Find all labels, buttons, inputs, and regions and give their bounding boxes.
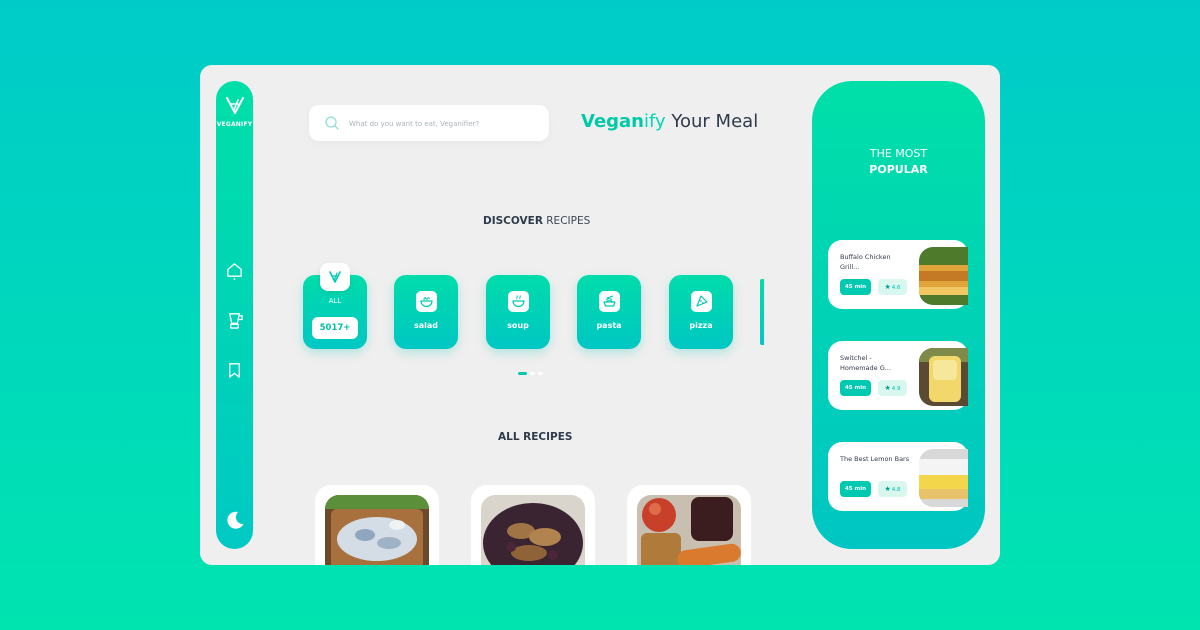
star-icon: ★	[884, 485, 891, 493]
rating-value: 4.9	[891, 386, 901, 392]
recipe-photo-casserole	[325, 495, 429, 565]
star-icon: ★	[884, 283, 891, 291]
category-all-card[interactable]: ALL 5017+	[303, 263, 367, 349]
carousel-dot-active[interactable]	[518, 372, 527, 375]
category-salad-card[interactable]: salad	[394, 275, 458, 349]
page-headline: Veganify Your Meal	[581, 111, 758, 132]
recipe-photo-berry-crumble	[481, 495, 585, 565]
pizza-icon-box	[691, 291, 712, 312]
home-icon[interactable]	[225, 261, 244, 280]
category-label: pasta	[596, 321, 622, 330]
pasta-icon-box	[599, 291, 620, 312]
rating-badge: ★4.8	[878, 481, 907, 497]
popular-recipe-photo	[919, 348, 968, 406]
carousel-dots	[518, 372, 546, 376]
recipe-photo-apple-butter	[637, 495, 741, 565]
rating-badge: ★4.9	[878, 380, 907, 396]
popular-recipe-photo	[919, 449, 968, 507]
app-window: VEGANIFY Veganify Your Meal DISCOVER REC…	[200, 65, 1000, 565]
bookmark-icon[interactable]	[225, 361, 244, 380]
cook-time-badge: 45 min	[840, 380, 871, 396]
headline-vegan: Vegan	[581, 111, 644, 132]
popular-recipe-card[interactable]: Buffalo Chicken Grill... 45 min ★4.6	[828, 240, 968, 309]
search-box	[309, 105, 549, 141]
all-badge	[320, 263, 350, 291]
discover-heading-bold: DISCOVER	[483, 215, 543, 227]
veganify-logo-icon[interactable]	[224, 95, 246, 117]
category-next-card-partial[interactable]	[760, 279, 764, 345]
rating-value: 4.6	[891, 285, 901, 291]
popular-recipe-card[interactable]: Switchel - Homemade G... 45 min ★4.9	[828, 341, 968, 410]
popular-panel: THE MOST POPULAR Buffalo Chicken Grill..…	[812, 81, 985, 549]
search-icon	[325, 116, 339, 130]
recipe-count-badge: 5017+	[312, 317, 358, 339]
discover-heading-light: RECIPES	[542, 215, 591, 227]
soup-icon-box	[508, 291, 529, 312]
popular-recipe-name: Switchel - Homemade G...	[840, 354, 891, 372]
all-recipes-title: ALL RECIPES	[498, 431, 573, 443]
recipe-card[interactable]	[315, 485, 439, 565]
salad-icon-box	[416, 291, 437, 312]
veganify-mini-logo-icon	[329, 271, 341, 283]
cook-time-badge: 45 min	[840, 481, 871, 497]
carousel-dot[interactable]	[538, 372, 543, 375]
category-pizza-card[interactable]: pizza	[669, 275, 733, 349]
popular-title: THE MOST	[869, 147, 928, 160]
search-input[interactable]	[347, 114, 541, 134]
recipe-card[interactable]	[627, 485, 751, 565]
pizza-icon	[696, 295, 708, 307]
popular-recipe-card[interactable]: The Best Lemon Bars 45 min ★4.8	[828, 442, 968, 511]
cook-time-badge: 45 min	[840, 279, 871, 295]
headline-ify: ify	[644, 111, 666, 132]
popular-recipe-name: The Best Lemon Bars	[840, 455, 910, 463]
moon-icon[interactable]	[224, 509, 246, 531]
recipe-card[interactable]	[471, 485, 595, 565]
popular-recipe-name: Buffalo Chicken Grill...	[840, 253, 891, 271]
category-label: pizza	[689, 321, 713, 330]
star-icon: ★	[884, 384, 891, 392]
rating-value: 4.8	[891, 487, 901, 493]
soup-icon	[512, 295, 525, 308]
discover-heading: DISCOVER RECIPES	[483, 215, 590, 227]
category-label: salad	[413, 321, 439, 330]
category-label: soup	[507, 321, 529, 330]
category-soup-card[interactable]: soup	[486, 275, 550, 349]
pasta-icon	[603, 295, 616, 307]
carousel-dot[interactable]	[530, 372, 535, 375]
all-recipes-heading: ALL RECIPES	[498, 431, 572, 443]
popular-recipe-photo	[919, 247, 968, 305]
category-pasta-card[interactable]: pasta	[577, 275, 641, 349]
rating-badge: ★4.6	[878, 279, 907, 295]
popular-subtitle: POPULAR	[869, 163, 928, 176]
sidebar: VEGANIFY	[216, 81, 253, 549]
category-all-label: ALL	[328, 297, 342, 305]
brand-name: VEGANIFY	[216, 121, 253, 128]
salad-icon	[420, 297, 433, 308]
headline-your-meal: Your Meal	[665, 111, 759, 132]
blender-icon[interactable]	[225, 311, 244, 330]
